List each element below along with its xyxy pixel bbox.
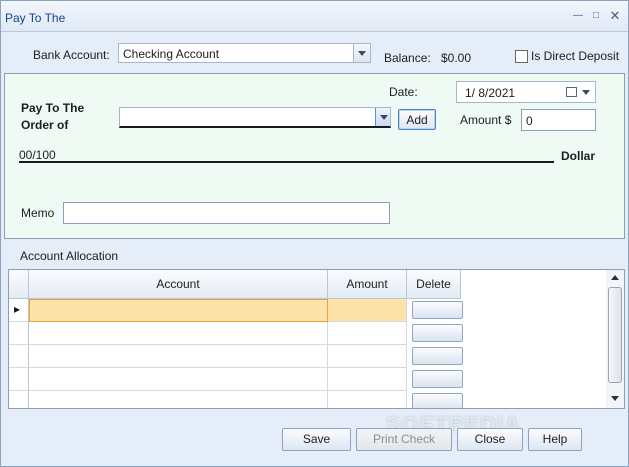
dollar-label: Dollar bbox=[561, 149, 596, 163]
pay-to-label-line1: Pay To The bbox=[21, 101, 85, 115]
direct-deposit-label: Is Direct Deposit bbox=[531, 49, 620, 63]
account-column-header[interactable]: Account bbox=[29, 270, 328, 299]
delete-row-button[interactable] bbox=[412, 347, 463, 365]
window-title: Pay To The bbox=[5, 11, 66, 25]
minimize-button[interactable]: — bbox=[571, 9, 585, 23]
amount-words-line bbox=[19, 161, 554, 163]
add-payee-button[interactable]: Add bbox=[398, 109, 436, 130]
date-value: 1/ 8/2021 bbox=[465, 86, 516, 100]
amount-input[interactable]: 0 bbox=[521, 109, 596, 131]
amount-in-words: 00/100 bbox=[19, 148, 56, 162]
allocation-grid[interactable]: Account Amount Delete ▸ bbox=[8, 269, 625, 409]
date-label: Date: bbox=[389, 85, 418, 99]
amount-column-header[interactable]: Amount bbox=[328, 270, 407, 299]
scroll-down-icon[interactable] bbox=[611, 396, 619, 401]
title-bar: Pay To The — □ ✕ bbox=[1, 1, 628, 32]
check-panel: Date: 1/ 8/2021 Pay To The Order of Add … bbox=[4, 73, 625, 239]
amount-cell[interactable] bbox=[328, 368, 407, 391]
scrollbar-thumb[interactable] bbox=[608, 287, 622, 383]
account-cell[interactable] bbox=[29, 345, 328, 368]
chevron-down-icon[interactable] bbox=[375, 108, 390, 126]
save-button[interactable]: Save bbox=[282, 428, 351, 451]
date-picker[interactable]: 1/ 8/2021 bbox=[456, 81, 596, 103]
row-indicator[interactable]: ▸ bbox=[9, 299, 29, 322]
pay-to-label-line2: Order of bbox=[21, 118, 69, 132]
grid-corner-header bbox=[9, 270, 29, 299]
close-window-button[interactable]: ✕ bbox=[608, 9, 622, 23]
delete-row-button[interactable] bbox=[412, 301, 463, 319]
row-header[interactable] bbox=[9, 368, 29, 391]
scroll-up-icon[interactable] bbox=[611, 275, 619, 280]
row-header[interactable] bbox=[9, 345, 29, 368]
row-header[interactable] bbox=[9, 391, 29, 408]
close-button[interactable]: Close bbox=[457, 428, 523, 451]
bank-account-panel: Bank Account: Checking Account Balance: … bbox=[4, 36, 625, 74]
bank-account-select[interactable]: Checking Account bbox=[118, 43, 371, 63]
delete-row-button[interactable] bbox=[412, 324, 463, 342]
memo-label: Memo bbox=[21, 206, 55, 220]
account-cell[interactable] bbox=[29, 391, 328, 408]
bank-account-label: Bank Account: bbox=[33, 48, 110, 62]
direct-deposit-checkbox[interactable] bbox=[515, 50, 528, 63]
delete-column-header[interactable]: Delete bbox=[407, 270, 461, 299]
payee-select[interactable] bbox=[119, 107, 391, 128]
bank-account-value: Checking Account bbox=[123, 47, 220, 61]
account-cell[interactable] bbox=[29, 322, 328, 345]
grid-vertical-scrollbar[interactable] bbox=[606, 270, 624, 408]
calendar-icon[interactable] bbox=[566, 87, 577, 97]
amount-cell[interactable] bbox=[328, 391, 407, 408]
memo-input[interactable] bbox=[63, 202, 390, 224]
maximize-button[interactable]: □ bbox=[589, 9, 603, 23]
account-allocation-title: Account Allocation bbox=[20, 249, 119, 263]
help-button[interactable]: Help bbox=[528, 428, 582, 451]
amount-label: Amount $ bbox=[460, 113, 512, 127]
delete-row-button[interactable] bbox=[412, 370, 463, 388]
amount-value: 0 bbox=[526, 114, 533, 128]
balance-label: Balance: bbox=[384, 51, 431, 65]
delete-row-button[interactable] bbox=[412, 393, 463, 408]
print-check-button[interactable]: Print Check bbox=[356, 428, 452, 451]
amount-cell[interactable] bbox=[328, 345, 407, 368]
account-cell[interactable] bbox=[29, 299, 328, 322]
row-header[interactable] bbox=[9, 322, 29, 345]
chevron-down-icon[interactable] bbox=[582, 90, 590, 95]
amount-cell[interactable] bbox=[328, 299, 407, 322]
account-cell[interactable] bbox=[29, 368, 328, 391]
chevron-down-icon[interactable] bbox=[353, 44, 370, 62]
pay-to-window: Pay To The — □ ✕ Bank Account: Checking … bbox=[0, 0, 629, 467]
row-pointer-icon: ▸ bbox=[14, 302, 21, 316]
amount-cell[interactable] bbox=[328, 322, 407, 345]
balance-value: $0.00 bbox=[441, 51, 472, 65]
